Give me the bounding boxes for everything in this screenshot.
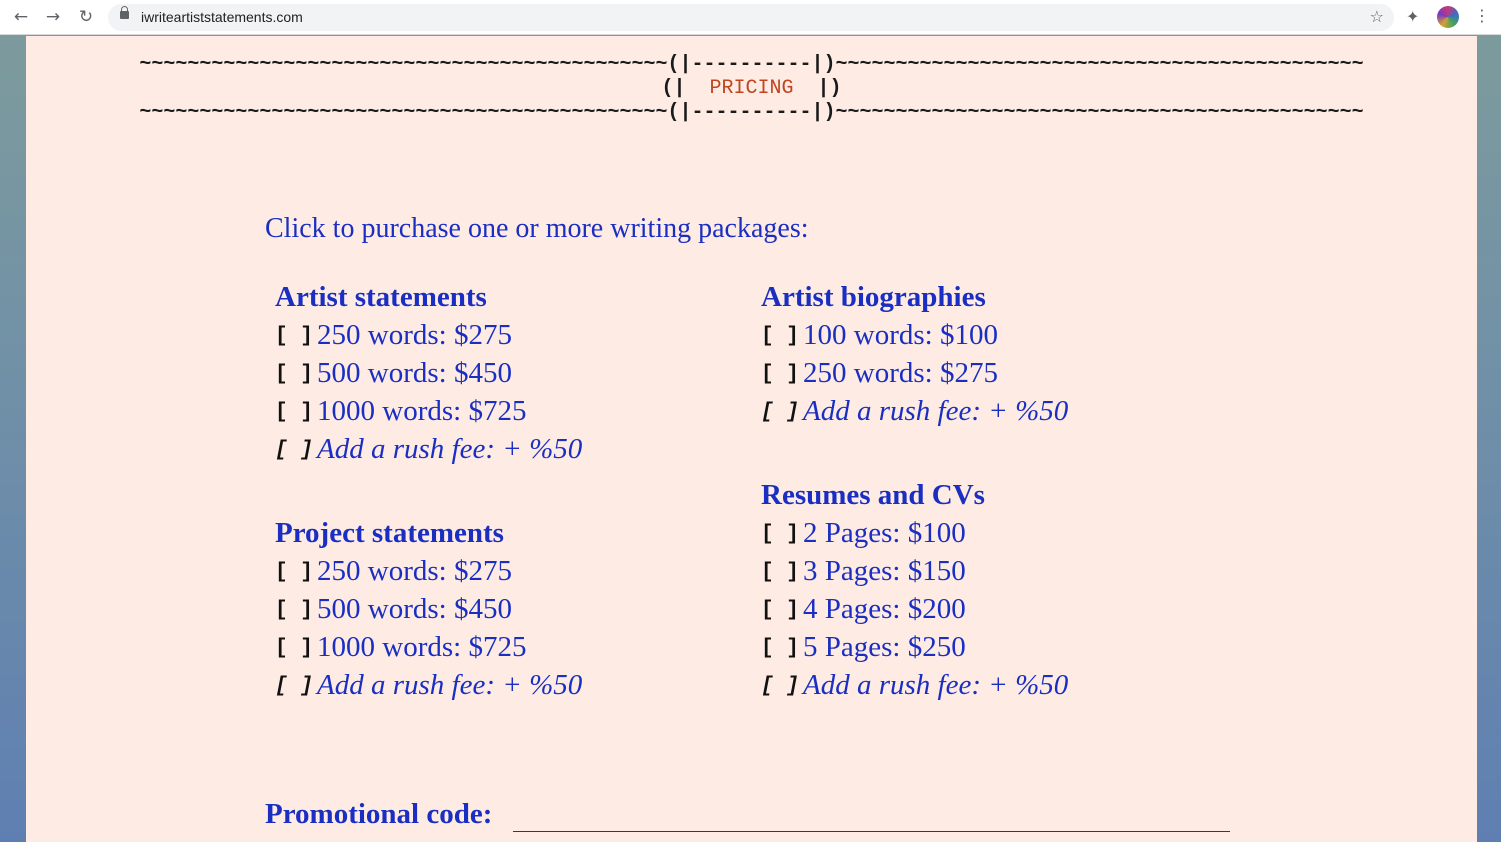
option-resume-3-pages[interactable]: [ ] 3 Pages: $150 (761, 552, 1068, 590)
checkbox[interactable]: [ ] (761, 592, 803, 630)
checkbox[interactable]: [ ] (275, 668, 317, 706)
checkbox[interactable]: [ ] (761, 356, 803, 394)
option-resume-2-pages[interactable]: [ ] 2 Pages: $100 (761, 514, 1068, 552)
option-biography-rush[interactable]: [ ] Add a rush fee: + %50 (761, 392, 1068, 430)
checkbox[interactable]: [ ] (761, 394, 803, 432)
checkbox[interactable]: [ ] (275, 554, 317, 592)
section-project-statements: Project statements [ ] 250 words: $275 [ … (275, 514, 582, 704)
section-title: Project statements (275, 517, 504, 549)
option-artist-statement-250[interactable]: [ ] 250 words: $275 (275, 316, 582, 354)
section-artist-statements: Artist statements [ ] 250 words: $275 [ ]… (275, 278, 582, 468)
section-artist-biographies: Artist biographies [ ] 100 words: $100 [ … (761, 278, 1068, 430)
option-resume-4-pages[interactable]: [ ] 4 Pages: $200 (761, 590, 1068, 628)
option-artist-statement-rush[interactable]: [ ] Add a rush fee: + %50 (275, 430, 582, 468)
banner-line-top: ~~~~~~~~~~~~~~~~~~~~~~~~~~~~~~~~~~~~~~~~… (139, 53, 1364, 76)
bookmark-star-icon[interactable]: ☆ (1370, 7, 1384, 26)
promo-code-label: Promotional code: (265, 798, 493, 830)
checkbox[interactable]: [ ] (275, 432, 317, 470)
checkbox[interactable]: [ ] (275, 356, 317, 394)
extensions-icon[interactable]: ✦ (1406, 7, 1419, 26)
page-content: ~~~~~~~~~~~~~~~~~~~~~~~~~~~~~~~~~~~~~~~~… (26, 36, 1477, 842)
forward-icon[interactable]: → (43, 7, 63, 27)
option-artist-statement-500[interactable]: [ ] 500 words: $450 (275, 354, 582, 392)
lock-icon[interactable] (120, 6, 129, 19)
checkbox[interactable]: [ ] (761, 516, 803, 554)
address-bar[interactable]: iwriteartiststatements.com ☆ (108, 4, 1394, 31)
option-project-statement-rush[interactable]: [ ] Add a rush fee: + %50 (275, 666, 582, 704)
section-resumes-cvs: Resumes and CVs [ ] 2 Pages: $100 [ ] 3 Pa… (761, 476, 1068, 704)
profile-avatar[interactable] (1437, 6, 1459, 28)
banner-left: (| (661, 77, 710, 100)
checkbox[interactable]: [ ] (275, 318, 317, 356)
option-biography-250[interactable]: [ ] 250 words: $275 (761, 354, 1068, 392)
section-title: Artist biographies (761, 281, 986, 313)
section-title: Artist statements (275, 281, 487, 313)
option-project-statement-500[interactable]: [ ] 500 words: $450 (275, 590, 582, 628)
browser-menu-icon[interactable]: ⋮ (1474, 6, 1490, 25)
option-project-statement-1000[interactable]: [ ] 1000 words: $725 (275, 628, 582, 666)
back-icon[interactable]: ← (11, 7, 31, 27)
checkbox[interactable]: [ ] (275, 592, 317, 630)
banner-line-bottom: ~~~~~~~~~~~~~~~~~~~~~~~~~~~~~~~~~~~~~~~~… (139, 101, 1364, 124)
url-text[interactable]: iwriteartiststatements.com (141, 9, 303, 25)
option-project-statement-250[interactable]: [ ] 250 words: $275 (275, 552, 582, 590)
reload-icon[interactable]: ↻ (76, 7, 96, 27)
intro-text: Click to purchase one or more writing pa… (265, 213, 809, 244)
option-resume-rush[interactable]: [ ] Add a rush fee: + %50 (761, 666, 1068, 704)
checkbox[interactable]: [ ] (275, 394, 317, 432)
banner-right: |) (793, 77, 842, 100)
option-resume-5-pages[interactable]: [ ] 5 Pages: $250 (761, 628, 1068, 666)
checkbox[interactable]: [ ] (761, 554, 803, 592)
checkbox[interactable]: [ ] (761, 318, 803, 356)
checkbox[interactable]: [ ] (761, 668, 803, 706)
pricing-banner: ~~~~~~~~~~~~~~~~~~~~~~~~~~~~~~~~~~~~~~~~… (26, 53, 1477, 125)
checkbox[interactable]: [ ] (761, 630, 803, 668)
promo-code-input[interactable] (513, 831, 1230, 832)
checkbox[interactable]: [ ] (275, 630, 317, 668)
option-biography-100[interactable]: [ ] 100 words: $100 (761, 316, 1068, 354)
section-title: Resumes and CVs (761, 479, 985, 511)
banner-title: PRICING (709, 77, 794, 100)
option-artist-statement-1000[interactable]: [ ] 1000 words: $725 (275, 392, 582, 430)
browser-toolbar: ← → ↻ iwriteartiststatements.com ☆ ✦ ⋮ (0, 0, 1501, 35)
